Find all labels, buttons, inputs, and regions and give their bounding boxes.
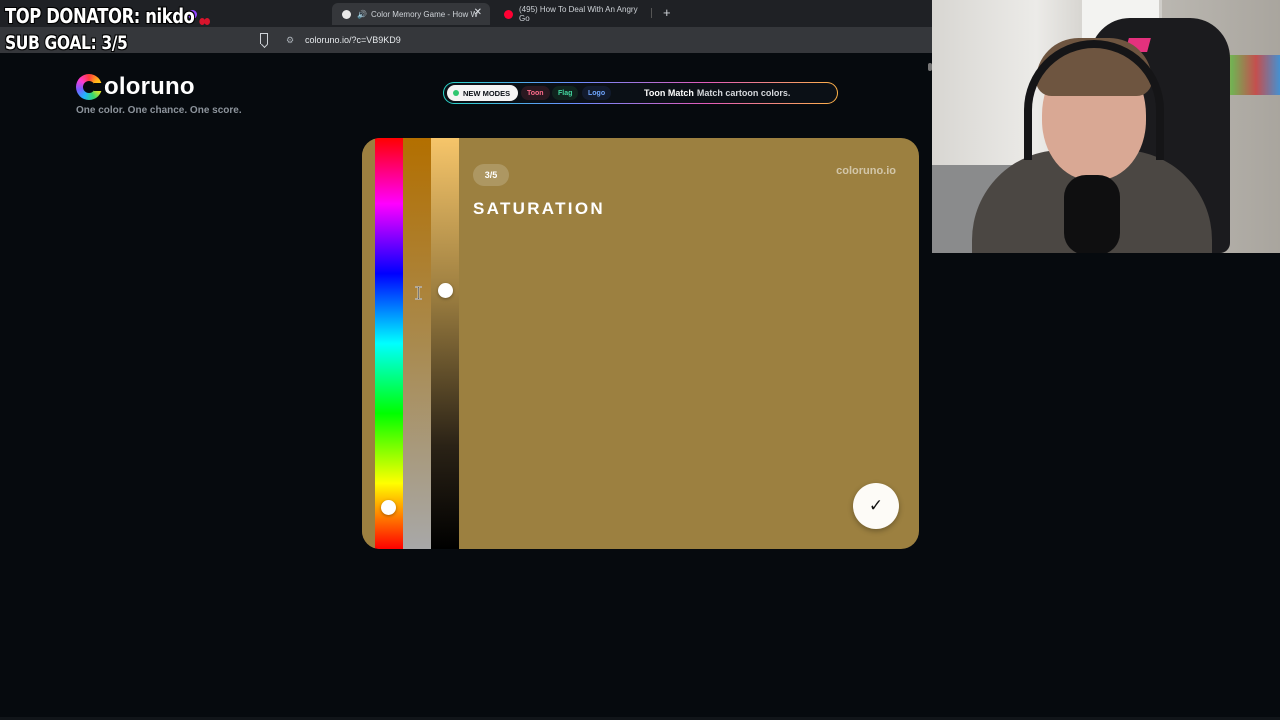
- new-modes-banner[interactable]: NEW MODES Toon Flag Logo Toon Match Match…: [443, 82, 838, 104]
- card-brand: coloruno.io: [836, 165, 896, 177]
- round-counter-badge: 3/5: [473, 164, 509, 186]
- hue-slider[interactable]: [375, 138, 403, 549]
- screen: 🔊 Color Memory Game - How W ✕ (495) How …: [0, 0, 1280, 720]
- webcam-feed: [932, 0, 1280, 253]
- speaker-icon[interactable]: 🔊: [357, 10, 367, 19]
- submit-color-button[interactable]: ✓: [853, 483, 899, 529]
- sub-goal-overlay: SUB GOAL: 3/5: [5, 32, 128, 54]
- saturation-slider[interactable]: [403, 138, 431, 549]
- tab-title: Color Memory Game - How W: [370, 9, 479, 19]
- game-card: 3/5 SATURATION coloruno.io ✓: [362, 138, 919, 549]
- tab-separator: [651, 8, 652, 18]
- new-tab-button[interactable]: +: [663, 5, 671, 20]
- lightness-slider[interactable]: [431, 138, 459, 549]
- tab-color-memory-game[interactable]: 🔊 Color Memory Game - How W ✕: [332, 3, 490, 25]
- text-cursor-icon: [415, 286, 422, 300]
- tab-youtube[interactable]: (495) How To Deal With An Angry Go: [494, 3, 650, 25]
- featured-mode-desc: Match cartoon colors.: [696, 88, 791, 98]
- site-info-icon[interactable]: ⚙: [286, 35, 294, 46]
- youtube-favicon-icon: [504, 9, 513, 19]
- tagline: One color. One chance. One score.: [76, 105, 242, 116]
- status-dot-icon: [453, 90, 459, 96]
- mode-chip-flag[interactable]: Flag: [552, 86, 579, 100]
- url-field[interactable]: coloruno.io/?c=VB9KD9: [305, 35, 401, 45]
- tab-title: (495) How To Deal With An Angry Go: [519, 5, 638, 23]
- logo-ring-icon: [76, 74, 103, 100]
- new-modes-inner: NEW MODES Toon Flag Logo Toon Match Match…: [444, 83, 837, 103]
- mode-chip-logo[interactable]: Logo: [582, 86, 612, 100]
- card-edge: [362, 138, 375, 549]
- top-donator-overlay: TOP DONATOR: nikdo: [5, 4, 211, 28]
- featured-mode-title: Toon Match: [644, 88, 694, 98]
- coloruno-logo[interactable]: oloruno: [76, 73, 195, 101]
- bookmark-icon[interactable]: [260, 33, 268, 44]
- address-bar: ⚙ coloruno.io/?c=VB9KD9: [0, 27, 932, 71]
- lightness-slider-handle[interactable]: [438, 282, 453, 298]
- coloruno-favicon-icon: [342, 9, 351, 19]
- mode-chip-toon[interactable]: Toon: [521, 86, 550, 100]
- new-modes-badge: NEW MODES: [447, 85, 519, 101]
- logo-text: oloruno: [104, 73, 195, 100]
- round-title: SATURATION: [473, 199, 605, 218]
- top-donator-text: TOP DONATOR: nikdo: [5, 4, 195, 28]
- microphone-icon: [1064, 175, 1120, 253]
- featured-mode[interactable]: Toon Match Match cartoon colors.: [644, 88, 790, 98]
- cherry-icon: [198, 11, 211, 25]
- new-modes-label: NEW MODES: [463, 88, 511, 98]
- close-tab-icon[interactable]: ✕: [474, 7, 482, 18]
